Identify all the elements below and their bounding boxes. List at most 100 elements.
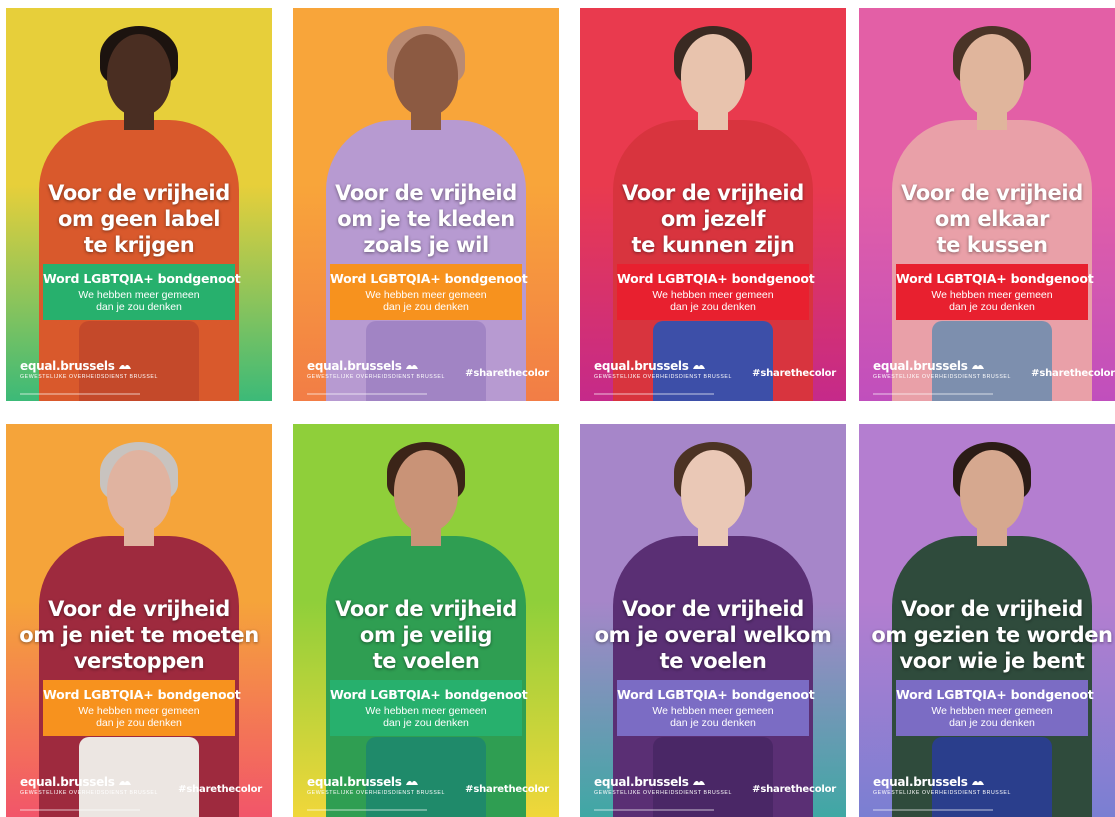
brand-subtitle: GEWESTELIJKE OVERHEIDSDIENST BRUSSEL <box>307 790 445 796</box>
brand-name-text: equal.brussels <box>307 775 402 789</box>
cta-box: Word LGBTQIA+ bondgenoot We hebben meer g… <box>330 680 528 736</box>
brand-block: equal.brussels GEWESTELIJKE OVERHEIDSDIEN… <box>307 776 445 797</box>
brand-subtitle: GEWESTELIJKE OVERHEIDSDIENST BRUSSEL <box>594 374 732 380</box>
cta-sub-line: dan je zou denken <box>383 717 469 729</box>
campaign-poster: Voor de vrijheid om elkaar te kussen Word L… <box>859 8 1115 401</box>
cta-title: Word LGBTQIA+ bondgenoot <box>43 271 241 286</box>
campaign-poster: Voor de vrijheid om je veilig te voelen Wor… <box>293 424 559 817</box>
brand-logo-icon <box>971 780 984 785</box>
fineprint-line <box>594 393 714 395</box>
poster-headline: Voor de vrijheid om geen label te krijgen <box>6 180 272 258</box>
poster-headline: Voor de vrijheid om je overal welkom te vo… <box>580 596 846 674</box>
brand-name: equal.brussels <box>873 360 1011 373</box>
headline-line: om elkaar <box>934 207 1050 231</box>
headline-line: Voor de vrijheid <box>48 181 230 205</box>
portrait-head <box>960 450 1024 532</box>
portrait-head <box>107 34 171 116</box>
hashtag: #sharethecolor <box>1031 368 1115 379</box>
headline-line: Voor de vrijheid <box>622 597 804 621</box>
brand-logo-icon <box>405 364 418 369</box>
cta-title: Word LGBTQIA+ bondgenoot <box>617 271 815 286</box>
brand-logo-icon <box>118 780 131 785</box>
cta-subtitle: We hebben meer gemeen dan je zou denken <box>330 705 522 729</box>
headline-line: Voor de vrijheid <box>335 597 517 621</box>
cta-box: Word LGBTQIA+ bondgenoot We hebben meer g… <box>896 680 1094 736</box>
portrait-head <box>394 34 458 116</box>
cta-sub-line: We hebben meer gemeen <box>652 705 774 717</box>
cta-box: Word LGBTQIA+ bondgenoot We hebben meer g… <box>43 264 241 320</box>
campaign-poster: Voor de vrijheid om jezelf te kunnen zijn W… <box>580 8 846 401</box>
headline-line: om je overal welkom <box>594 623 832 647</box>
cta-sub-line: We hebben meer gemeen <box>78 289 200 301</box>
headline-line: Voor de vrijheid <box>335 181 517 205</box>
poster-headline: Voor de vrijheid om je te kleden zoals je … <box>293 180 559 258</box>
brand-logo-icon <box>971 364 984 369</box>
cta-title: Word LGBTQIA+ bondgenoot <box>617 687 815 702</box>
poster-headline: Voor de vrijheid om je veilig te voelen <box>293 596 559 674</box>
headline-line: te kussen <box>936 233 1048 257</box>
cta-subtitle: We hebben meer gemeen dan je zou denken <box>43 705 235 729</box>
poster-headline: Voor de vrijheid om je niet te moeten vers… <box>6 596 272 674</box>
brand-name: equal.brussels <box>20 776 158 789</box>
brand-name-text: equal.brussels <box>873 359 968 373</box>
brand-name-text: equal.brussels <box>594 775 689 789</box>
headline-line: om je te kleden <box>337 207 515 231</box>
brand-subtitle: GEWESTELIJKE OVERHEIDSDIENST BRUSSEL <box>20 790 158 796</box>
brand-block: equal.brussels GEWESTELIJKE OVERHEIDSDIEN… <box>594 360 732 381</box>
portrait-head <box>107 450 171 532</box>
cta-sub-line: dan je zou denken <box>383 301 469 313</box>
headline-line: te voelen <box>372 649 480 673</box>
headline-line: zoals je wil <box>363 233 489 257</box>
headline-line: voor wie je bent <box>899 649 1085 673</box>
brand-name-text: equal.brussels <box>307 359 402 373</box>
cta-sub-line: dan je zou denken <box>96 717 182 729</box>
headline-line: Voor de vrijheid <box>901 597 1083 621</box>
brand-name-text: equal.brussels <box>20 775 115 789</box>
headline-line: om gezien te worden <box>871 623 1113 647</box>
cta-sub-line: We hebben meer gemeen <box>931 705 1053 717</box>
headline-line: verstoppen <box>73 649 205 673</box>
fineprint-line <box>307 393 427 395</box>
brand-subtitle: GEWESTELIJKE OVERHEIDSDIENST BRUSSEL <box>20 374 158 380</box>
brand-subtitle: GEWESTELIJKE OVERHEIDSDIENST BRUSSEL <box>873 374 1011 380</box>
brand-block: equal.brussels GEWESTELIJKE OVERHEIDSDIEN… <box>873 776 1011 797</box>
cta-sub-line: We hebben meer gemeen <box>365 289 487 301</box>
headline-line: te kunnen zijn <box>631 233 795 257</box>
brand-logo-icon <box>692 364 705 369</box>
cta-subtitle: We hebben meer gemeen dan je zou denken <box>43 289 235 313</box>
cta-sub-line: We hebben meer gemeen <box>931 289 1053 301</box>
headline-line: Voor de vrijheid <box>622 181 804 205</box>
brand-name: equal.brussels <box>20 360 158 373</box>
poster-headline: Voor de vrijheid om elkaar te kussen <box>859 180 1115 258</box>
fineprint-line <box>873 393 993 395</box>
brand-name: equal.brussels <box>594 360 732 373</box>
cta-title: Word LGBTQIA+ bondgenoot <box>43 687 241 702</box>
brand-name: equal.brussels <box>307 776 445 789</box>
cta-subtitle: We hebben meer gemeen dan je zou denken <box>896 289 1088 313</box>
hashtag: #sharethecolor <box>465 784 549 795</box>
portrait-head <box>394 450 458 532</box>
cta-box: Word LGBTQIA+ bondgenoot We hebben meer g… <box>330 264 528 320</box>
hashtag: #sharethecolor <box>752 784 836 795</box>
headline-line: om je niet te moeten <box>19 623 259 647</box>
headline-line: om geen label <box>57 207 221 231</box>
portrait-head <box>681 450 745 532</box>
brand-block: equal.brussels GEWESTELIJKE OVERHEIDSDIEN… <box>873 360 1011 381</box>
headline-line: Voor de vrijheid <box>901 181 1083 205</box>
cta-subtitle: We hebben meer gemeen dan je zou denken <box>617 705 809 729</box>
headline-line: te krijgen <box>83 233 195 257</box>
hashtag: #sharethecolor <box>178 784 262 795</box>
portrait-head <box>681 34 745 116</box>
brand-name: equal.brussels <box>873 776 1011 789</box>
brand-logo-icon <box>692 780 705 785</box>
cta-subtitle: We hebben meer gemeen dan je zou denken <box>896 705 1088 729</box>
brand-subtitle: GEWESTELIJKE OVERHEIDSDIENST BRUSSEL <box>307 374 445 380</box>
cta-title: Word LGBTQIA+ bondgenoot <box>330 687 528 702</box>
brand-name-text: equal.brussels <box>594 359 689 373</box>
campaign-poster: Voor de vrijheid om je niet te moeten vers… <box>6 424 272 817</box>
cta-title: Word LGBTQIA+ bondgenoot <box>896 687 1094 702</box>
cta-title: Word LGBTQIA+ bondgenoot <box>896 271 1094 286</box>
cta-sub-line: dan je zou denken <box>949 301 1035 313</box>
brand-subtitle: GEWESTELIJKE OVERHEIDSDIENST BRUSSEL <box>873 790 1011 796</box>
poster-headline: Voor de vrijheid om jezelf te kunnen zijn <box>580 180 846 258</box>
